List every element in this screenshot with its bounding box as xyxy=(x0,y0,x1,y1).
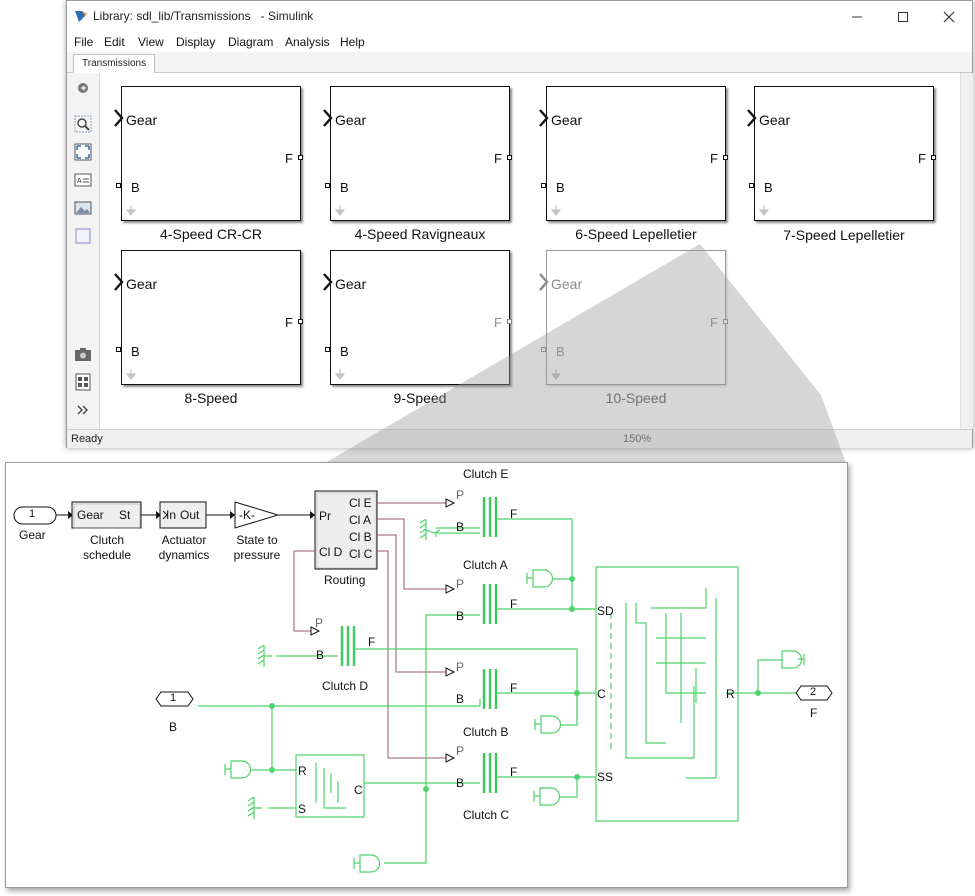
clutch-a-b-port: B xyxy=(456,609,465,623)
clutch-c-f-port: F xyxy=(510,765,518,779)
clutch-c-b-port: B xyxy=(456,776,465,790)
clutch-a-f-port: F xyxy=(510,597,518,611)
inport-b-number: 1 xyxy=(170,692,177,704)
gain-caption: State to pressure xyxy=(233,533,281,562)
clutch-e-block[interactable] xyxy=(481,497,498,537)
clutch-b-name: Clutch B xyxy=(463,725,509,739)
planetary-port-sd: SD xyxy=(597,604,614,618)
actuator-caption: Actuator dynamics xyxy=(158,533,210,562)
clutch-d-b-port: B xyxy=(316,648,325,662)
actuator-in: In xyxy=(166,508,177,522)
clutch-e-b-port: B xyxy=(456,520,465,534)
routing-out-cl-e: Cl E xyxy=(349,496,372,510)
clutch-e-f-port: F xyxy=(510,507,518,521)
inport-gear-number: 1 xyxy=(29,508,36,520)
clutch-a-p-port: P xyxy=(456,577,465,591)
clutch-b-p-port: P xyxy=(456,660,465,674)
routing-out-cl-a: Cl A xyxy=(349,513,372,527)
clutch-d-f-port: F xyxy=(368,635,376,649)
brake-port-c: C xyxy=(354,783,363,797)
clutch-d-block[interactable] xyxy=(340,626,356,666)
transmission-subsystem-detail: 1 Gear Gear St Clutch schedule In Out Ac… xyxy=(5,462,848,888)
brake-port-s: S xyxy=(298,802,307,816)
cap-ticks xyxy=(224,573,805,869)
clutch-c-p-port: P xyxy=(456,744,465,758)
planetary-port-c: C xyxy=(597,687,606,701)
inport-gear-label: Gear xyxy=(19,528,46,542)
clutch-schedule-caption: Clutch schedule xyxy=(82,533,132,562)
actuator-out: Out xyxy=(180,508,200,522)
gain-value: -K- xyxy=(239,508,255,522)
routing-in-pr: Pr xyxy=(319,509,331,523)
clutch-e-p-port: P xyxy=(456,488,465,502)
routing-in-cl-d: Cl D xyxy=(319,545,343,559)
clutch-c-name: Clutch C xyxy=(463,808,510,822)
clutch-b-b-port: B xyxy=(456,692,465,706)
clutch-c-block[interactable] xyxy=(482,753,498,793)
routing-out-cl-c: Cl C xyxy=(349,547,373,561)
planetary-port-ss: SS xyxy=(597,770,614,784)
routing-caption: Routing xyxy=(324,573,366,587)
clutch-schedule-out: St xyxy=(119,508,131,522)
planetary-gearset-block[interactable] xyxy=(595,566,739,822)
outport-f-number: 2 xyxy=(810,686,817,698)
brake-port-r: R xyxy=(298,764,307,778)
clutch-a-block[interactable] xyxy=(482,584,498,624)
planetary-port-r: R xyxy=(726,687,735,701)
outport-f-label: F xyxy=(810,706,818,720)
clutch-d-p-port: P xyxy=(315,616,324,630)
inport-gear[interactable] xyxy=(13,506,73,525)
clutch-schedule-in: Gear xyxy=(77,508,104,522)
clutch-b-f-port: F xyxy=(510,681,518,695)
subsystem-diagram xyxy=(13,490,833,873)
clutch-b-block[interactable] xyxy=(482,669,498,709)
clutch-d-name: Clutch D xyxy=(322,679,369,693)
clutch-e-name: Clutch E xyxy=(463,467,509,481)
routing-out-cl-b: Cl B xyxy=(349,530,372,544)
inport-b-label: B xyxy=(169,720,178,734)
clutch-a-name: Clutch A xyxy=(463,558,508,572)
